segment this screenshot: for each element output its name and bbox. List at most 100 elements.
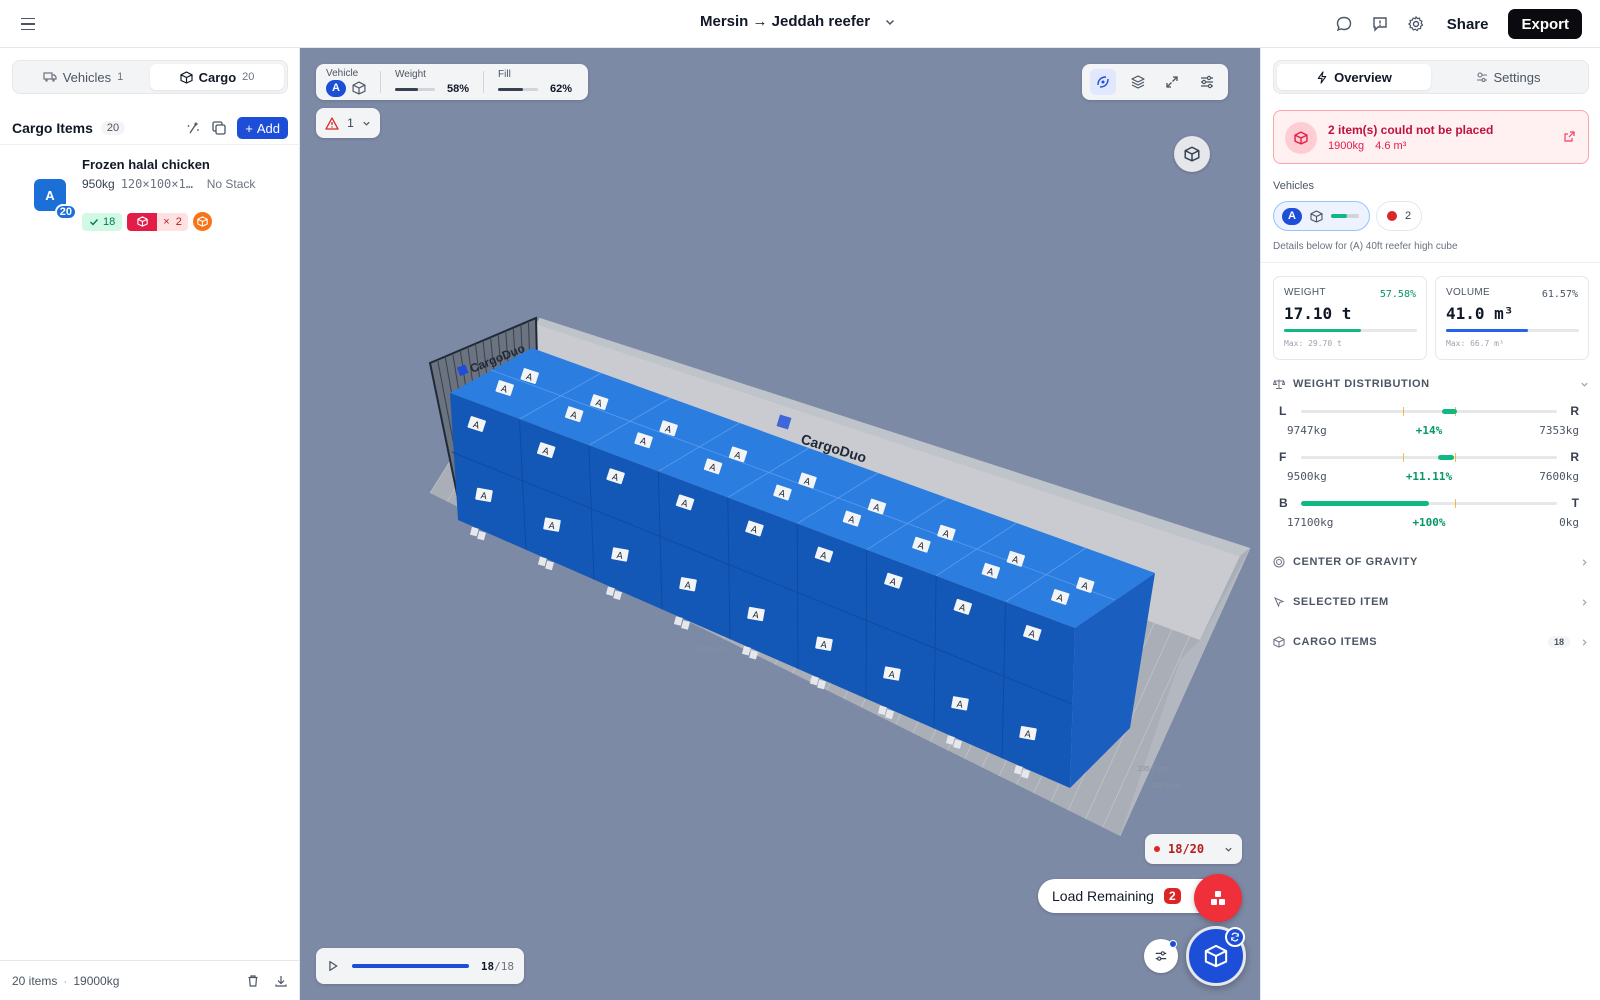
distribution-row-fr: F R 9500kg +11.11% 7600kg (1279, 450, 1579, 494)
dim-length-label: 1203.6 cm (698, 646, 726, 653)
tab-settings[interactable]: Settings (1431, 64, 1585, 90)
pack-fab[interactable] (1186, 926, 1246, 986)
cargo-box-sticker (681, 620, 690, 630)
footer-separator: · (63, 973, 68, 988)
distribution-row-lr: L R 9747kg +14% 7353kg (1279, 404, 1579, 448)
dist-track (1301, 407, 1557, 416)
dist-delta: +100% (1412, 516, 1446, 529)
vehicles-section-label: Vehicles (1273, 180, 1314, 192)
tab-vehicles-label: Vehicles (62, 69, 112, 85)
tab-vehicles-count: 1 (117, 71, 124, 83)
dist-right-label: T (1571, 496, 1579, 510)
dist-right-value: 7600kg (1539, 470, 1579, 483)
dim-width-label: 235.0 cm (1138, 766, 1167, 773)
unplaced-vehicle-pill[interactable]: 2 (1376, 201, 1423, 231)
playback-current: 18 (480, 959, 495, 973)
view-cube-icon[interactable] (1174, 136, 1210, 172)
boxes-icon (1211, 891, 1225, 905)
view-toolbar (1082, 64, 1228, 100)
cargo-box-edge (865, 549, 868, 699)
load-remaining-fab[interactable] (1194, 874, 1242, 922)
feedback-icon[interactable] (1369, 13, 1391, 35)
plan-title-dropdown[interactable]: Mersin → Jeddah reefer (700, 13, 896, 30)
fill-stat-label: Fill (498, 69, 511, 80)
expand-icon[interactable] (1159, 69, 1185, 95)
dim-height-label: 269.5 cm (1152, 783, 1181, 790)
top-bar: Mersin → Jeddah reefer Share Export (0, 0, 1600, 48)
box-alert-icon (127, 212, 158, 231)
alert-volume: 4.6 m³ (1375, 140, 1407, 152)
3d-viewport[interactable]: CargoDuo AAAAAAAAAAAAAAAAAAAAAAAAAAAAAAA… (300, 48, 1260, 1000)
list-item[interactable]: A 20 Frozen halal chicken 950kg 120×100×… (12, 153, 288, 237)
cargo-status-chips: 18 × 2 (82, 212, 212, 231)
placed-count-dropdown[interactable]: 18/20 (1145, 834, 1242, 864)
center-of-gravity-header[interactable]: CENTER OF GRAVITY (1273, 552, 1589, 572)
container-scene[interactable]: CargoDuo AAAAAAAAAAAAAAAAAAAAAAAAAAAAAAA… (300, 48, 1260, 1000)
plan-title: Mersin → Jeddah reefer (700, 13, 871, 30)
menu-icon[interactable] (18, 14, 38, 34)
play-icon[interactable] (326, 959, 340, 973)
chevron-right-icon (1582, 558, 1587, 566)
vehicle-badge[interactable]: A (326, 79, 346, 97)
cargo-items-header: Cargo Items 20 + Add (12, 115, 288, 141)
volume-metric-value: 41.0 m³ (1446, 304, 1514, 323)
gear-icon[interactable] (1405, 13, 1427, 35)
unplaced-alert[interactable]: 2 item(s) could not be placed 1900kg 4.6… (1273, 110, 1589, 164)
cargo-stack: No Stack (206, 177, 256, 191)
plus-icon: + (245, 120, 253, 136)
chevron-right-icon (1582, 598, 1587, 606)
copy-icon[interactable] (211, 120, 227, 136)
color-swatch-icon (192, 212, 212, 231)
chevron-right-icon (1582, 638, 1587, 646)
add-cargo-button[interactable]: + Add (237, 117, 288, 139)
placed-count-value: 18/20 (1168, 842, 1205, 856)
cargo-items-section-header[interactable]: CARGO ITEMS 18 (1273, 632, 1589, 652)
quantity-badge: 20 (54, 204, 77, 220)
box-outline-icon (352, 81, 366, 95)
weight-stat-label: Weight (395, 69, 426, 80)
orbit-icon[interactable] (1090, 69, 1117, 95)
sliders-icon (1155, 951, 1167, 961)
trash-icon[interactable] (246, 974, 260, 988)
refresh-icon[interactable] (1225, 927, 1245, 947)
external-link-icon[interactable] (1563, 130, 1576, 143)
divider (483, 71, 485, 93)
tab-overview[interactable]: Overview (1277, 64, 1431, 90)
sliders-icon[interactable] (1194, 69, 1220, 95)
check-icon (90, 218, 99, 226)
unplaced-count: 2 (175, 215, 182, 228)
dist-left-label: F (1279, 450, 1287, 464)
cargo-dimensions: 120×100×1… (120, 177, 193, 191)
volume-metric-pct: 61.57% (1541, 289, 1578, 300)
export-button[interactable]: Export (1508, 9, 1582, 39)
tab-vehicles[interactable]: Vehicles 1 (16, 64, 150, 90)
dist-left-label: B (1279, 496, 1288, 510)
playback-total: /18 (494, 959, 514, 973)
cargo-items-section-title: CARGO ITEMS (1293, 636, 1378, 648)
unplaced-vehicle-count: 2 (1405, 210, 1412, 222)
cargo-name: Frozen halal chicken (82, 157, 210, 172)
warning-icon (325, 116, 339, 130)
warnings-dropdown[interactable]: 1 (316, 108, 380, 138)
share-button[interactable]: Share (1441, 16, 1495, 33)
box-icon (1273, 636, 1285, 648)
weight-distribution-header[interactable]: WEIGHT DISTRIBUTION (1273, 374, 1589, 394)
download-icon[interactable] (274, 974, 288, 988)
notification-dot (1169, 940, 1177, 948)
tab-cargo[interactable]: Cargo 20 (150, 64, 284, 90)
vehicle-details-text: Details below for (A) 40ft reefer high c… (1273, 241, 1458, 252)
footer-item-count: 20 items (12, 973, 58, 988)
right-panel: Overview Settings 2 item(s) could not be… (1260, 48, 1600, 1000)
playback-slider[interactable] (351, 964, 469, 968)
filter-button[interactable] (1144, 939, 1178, 973)
selected-item-header[interactable]: SELECTED ITEM (1273, 592, 1589, 612)
layers-icon[interactable] (1125, 69, 1151, 95)
fill-mini-bar (498, 87, 539, 91)
box-outline-icon (1310, 209, 1323, 223)
sparkle-icon[interactable] (185, 120, 201, 136)
vehicle-pill-a[interactable]: A (1273, 201, 1370, 231)
comment-icon[interactable] (1333, 13, 1355, 35)
volume-metric-card: VOLUME 61.57% 41.0 m³ Max: 66.7 m³ (1435, 276, 1589, 360)
alert-title: 2 item(s) could not be placed (1328, 123, 1494, 137)
tab-cargo-label: Cargo (198, 69, 237, 85)
